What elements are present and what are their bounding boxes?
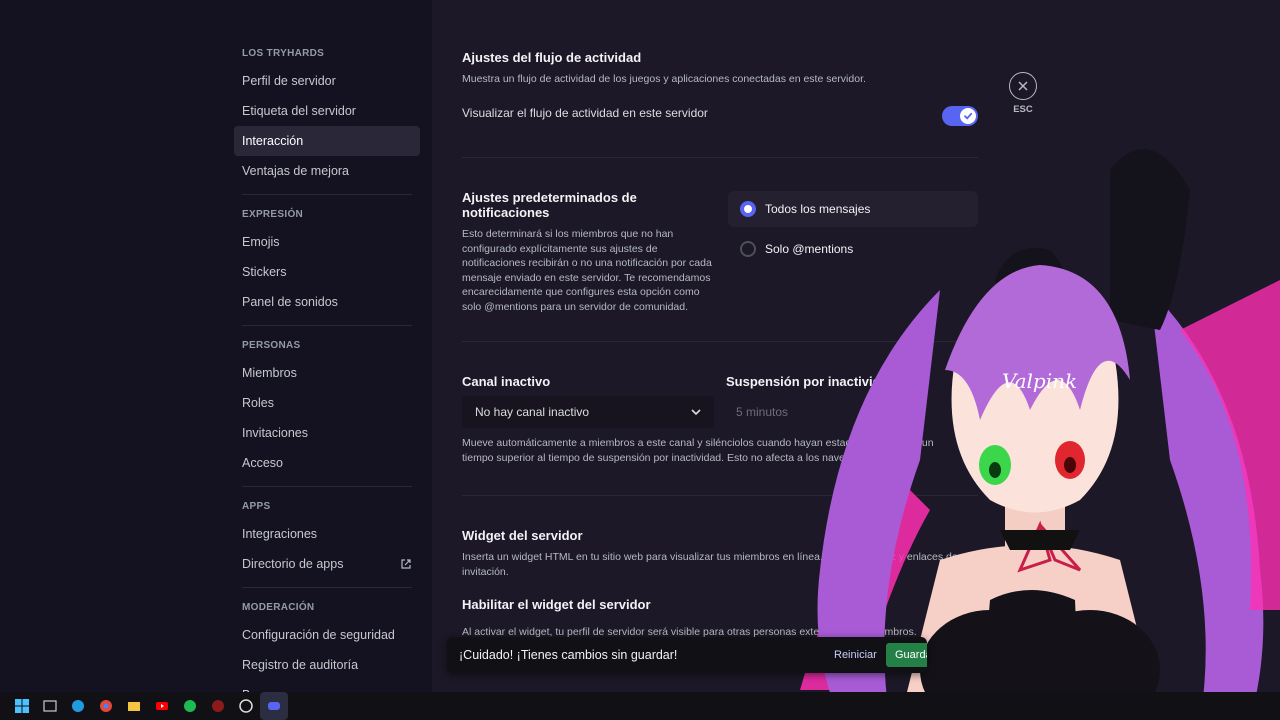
sidebar-item-label: Configuración de seguridad: [242, 628, 395, 642]
inactive-timeout-select[interactable]: 5 minutos: [726, 396, 978, 428]
divider: [462, 495, 978, 496]
sidebar-item-label: Interacción: [242, 134, 304, 148]
inactive-desc: Mueve automáticamente a miembros a este …: [462, 437, 934, 464]
chevron-down-icon: [691, 409, 701, 416]
unsaved-message: ¡Cuidado! ¡Tienes cambios sin guardar!: [459, 648, 678, 662]
radio-label: Todos los mensajes: [765, 202, 871, 216]
section-desc: Esto determinará si los miembros que no …: [462, 228, 712, 313]
task-view-icon[interactable]: [36, 692, 64, 720]
inactive-channel-select[interactable]: No hay canal inactivo: [462, 396, 714, 428]
section-desc: Muestra un flujo de actividad de los jue…: [462, 73, 866, 85]
section-desc: Inserta un widget HTML en tu sitio web p…: [462, 551, 958, 578]
app-icon[interactable]: [204, 692, 232, 720]
toggle-label: Visualizar el flujo de actividad en este…: [462, 105, 708, 120]
esc-label: ESC: [1013, 104, 1033, 115]
sidebar-item[interactable]: Baneos: [234, 680, 420, 692]
sidebar-item-label: Directorio de apps: [242, 557, 344, 571]
sidebar-item[interactable]: Acceso: [234, 448, 420, 478]
sidebar-item[interactable]: Panel de sonidos: [234, 287, 420, 317]
section-title: Ajustes predeterminados de notificacione…: [462, 190, 637, 220]
unsaved-changes-bar: ¡Cuidado! ¡Tienes cambios sin guardar! R…: [447, 637, 927, 673]
settings-sidebar: LOS TRYHARDS Perfil de servidor Etiqueta d…: [0, 0, 432, 692]
esc-close-button[interactable]: ESC: [1008, 72, 1038, 115]
sidebar-item[interactable]: Etiqueta del servidor: [234, 96, 420, 126]
sidebar-item-label: Perfil de servidor: [242, 74, 336, 88]
sidebar-separator: [242, 194, 412, 195]
sidebar-item[interactable]: Emojis: [234, 227, 420, 257]
sidebar-section-header: EXPRESIÓN: [242, 209, 304, 220]
sidebar-item[interactable]: Invitaciones: [234, 418, 420, 448]
activity-section: Ajustes del flujo de actividad Muestra u…: [462, 50, 978, 120]
sidebar-item[interactable]: Stickers: [234, 257, 420, 287]
file-explorer-icon[interactable]: [120, 692, 148, 720]
external-link-icon: [401, 559, 411, 569]
notifications-section: Ajustes predeterminados de notificacione…: [462, 190, 720, 314]
sidebar-section-header: LOS TRYHARDS: [242, 48, 325, 59]
section-title: Ajustes del flujo de actividad: [462, 50, 642, 65]
radio-selected-icon: [740, 201, 756, 217]
sidebar-item[interactable]: Ventajas de mejora: [234, 156, 420, 186]
sidebar-item[interactable]: Roles: [234, 388, 420, 418]
radio-all-messages[interactable]: Todos los mensajes: [728, 191, 978, 227]
sidebar-item[interactable]: Configuración de seguridad: [234, 620, 420, 650]
divider: [462, 157, 978, 158]
sidebar-item-label: Panel de sonidos: [242, 295, 338, 309]
sidebar-item[interactable]: Directorio de apps: [234, 549, 420, 579]
youtube-icon[interactable]: [148, 692, 176, 720]
spotify-icon[interactable]: [176, 692, 204, 720]
divider: [462, 341, 978, 342]
radio-empty-icon: [740, 241, 756, 257]
save-changes-button[interactable]: Guardar cambios: [886, 643, 927, 667]
check-icon: [960, 108, 976, 124]
inactive-channel-title: Canal inactivo: [462, 374, 551, 389]
section-title: Widget del servidor: [462, 528, 583, 543]
sidebar-item[interactable]: Registro de auditoría: [234, 650, 420, 680]
inactive-timeout-title: Suspensión por inactividad: [726, 374, 896, 389]
sidebar-item-label: Roles: [242, 396, 274, 410]
taskbar: [0, 692, 1280, 720]
sidebar-section-header: MODERACIÓN: [242, 602, 315, 613]
select-value: 5 minutos: [736, 405, 789, 419]
sidebar-item-label: Miembros: [242, 366, 297, 380]
edge-icon[interactable]: [64, 692, 92, 720]
sidebar-item-label: Integraciones: [242, 527, 318, 541]
widget-enable-title: Habilitar el widget del servidor: [462, 597, 651, 612]
sidebar-item-label: Stickers: [242, 265, 287, 279]
windows-start-icon[interactable]: [8, 692, 36, 720]
sidebar-separator: [242, 587, 412, 588]
sidebar-item[interactable]: Miembros: [234, 358, 420, 388]
sidebar-item-label: Ventajas de mejora: [242, 164, 350, 178]
sidebar-item-label: Emojis: [242, 235, 280, 249]
sidebar-item-label: Registro de auditoría: [242, 658, 359, 672]
sidebar-separator: [242, 325, 412, 326]
sidebar-separator: [242, 486, 412, 487]
sidebar-section-header: APPS: [242, 501, 271, 512]
sidebar-item[interactable]: Perfil de servidor: [234, 66, 420, 96]
sidebar-item-label: Etiqueta del servidor: [242, 104, 356, 118]
radio-only-mentions[interactable]: Solo @mentions: [728, 231, 978, 267]
activity-toggle[interactable]: [942, 106, 978, 126]
select-value: No hay canal inactivo: [475, 405, 590, 419]
sidebar-list: LOS TRYHARDS Perfil de servidor Etiqueta d…: [234, 40, 420, 692]
sidebar-section-header: PERSONAS: [242, 340, 301, 351]
radio-label: Solo @mentions: [765, 242, 854, 256]
sidebar-item[interactable]: Interacción: [234, 126, 420, 156]
sidebar-item[interactable]: Integraciones: [234, 519, 420, 549]
obs-icon[interactable]: [232, 692, 260, 720]
chrome-icon[interactable]: [92, 692, 120, 720]
widget-section: Widget del servidor Inserta un widget HT…: [462, 528, 962, 640]
sidebar-item-label: Acceso: [242, 456, 283, 470]
sidebar-item-label: Invitaciones: [242, 426, 309, 440]
reset-button[interactable]: Reiniciar: [834, 649, 877, 661]
close-icon: [1009, 72, 1037, 100]
settings-content: Ajustes del flujo de actividad Muestra u…: [432, 0, 1280, 692]
sidebar-item-label: Baneos: [242, 680, 284, 692]
discord-icon[interactable]: [260, 692, 288, 720]
